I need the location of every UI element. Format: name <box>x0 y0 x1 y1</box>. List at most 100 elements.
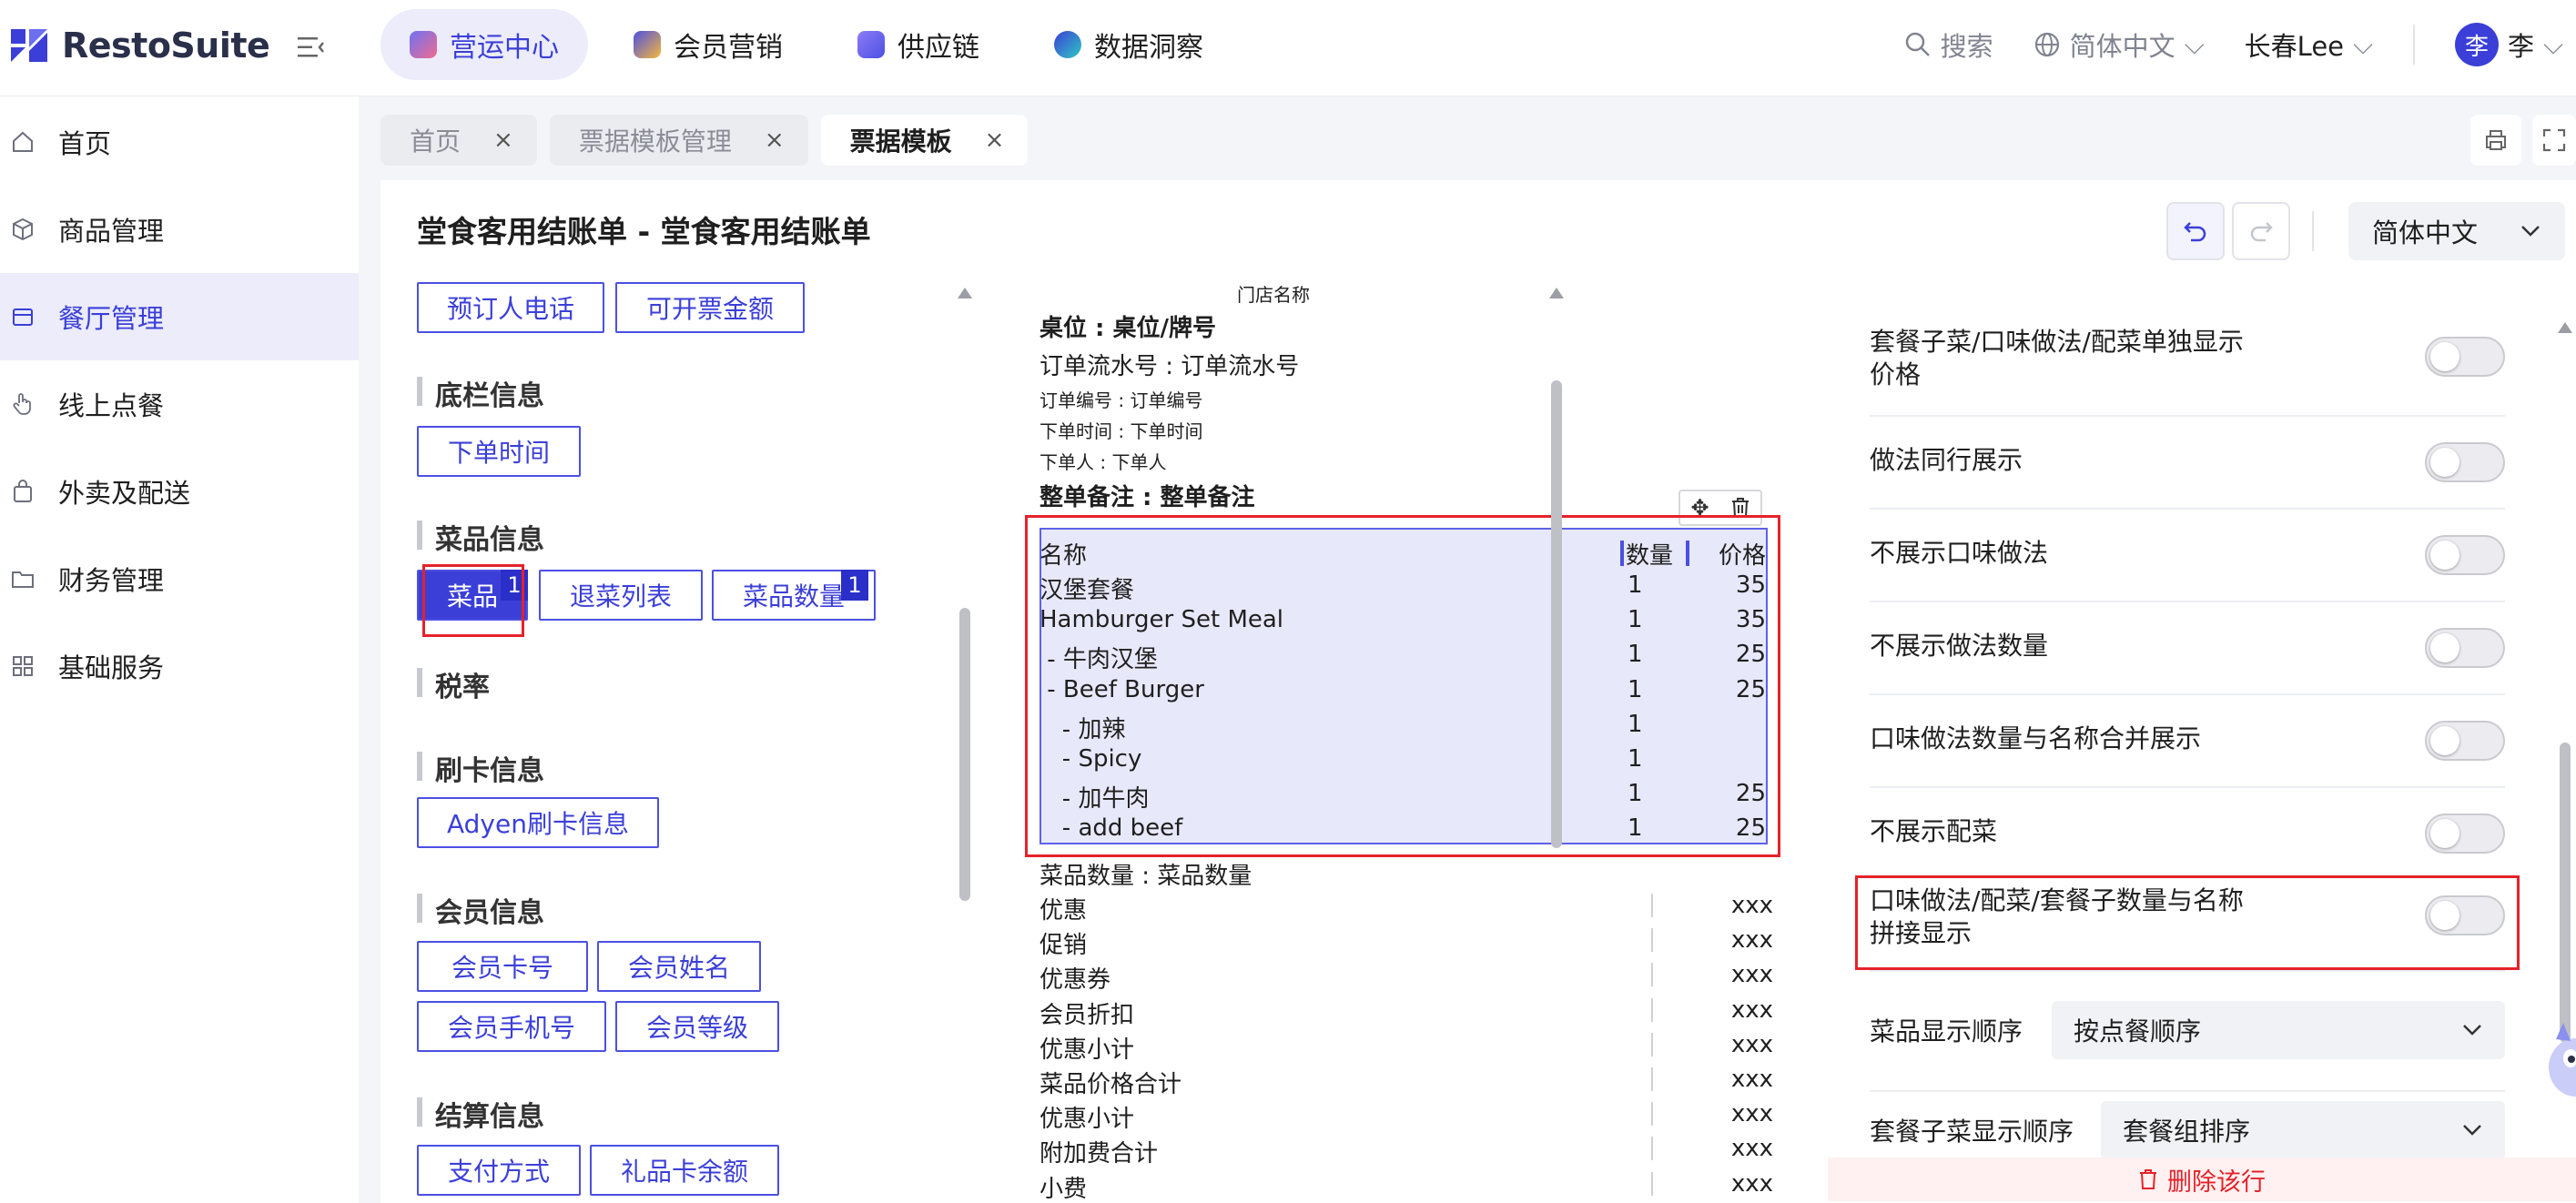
store-switcher[interactable]: 长春Lee ⌵ <box>2245 25 2373 64</box>
summary-value: xxx <box>1730 1100 1773 1128</box>
nav-label: 营运中心 <box>450 32 559 64</box>
tab-label: 票据模板 <box>849 126 952 157</box>
summary-row[interactable]: 优惠小计 xxx <box>1040 1031 1773 1066</box>
summary-row[interactable]: 菜品价格合计 xxx <box>1040 1066 1773 1100</box>
nav-member-marketing[interactable]: 会员营销 <box>604 9 812 80</box>
divider <box>1651 997 1653 1022</box>
chevron-down-icon: ⌵ <box>2184 28 2205 60</box>
field-member-level[interactable]: 会员等级 <box>615 1001 779 1052</box>
setting-toggle[interactable] <box>2425 721 2505 761</box>
preview-scroll-up[interactable] <box>1549 288 1564 298</box>
nav-data-insight[interactable]: 数据洞察 <box>1025 9 1232 80</box>
field-adyen-card-info[interactable]: Adyen刷卡信息 <box>417 797 659 848</box>
nav-label: 供应链 <box>898 32 979 64</box>
sidebar-item-products[interactable]: 商品管理 <box>0 186 359 273</box>
divider <box>1651 894 1653 917</box>
undo-button[interactable] <box>2166 202 2225 260</box>
close-icon[interactable]: × <box>985 126 1005 154</box>
tab-label: 票据模板管理 <box>578 126 732 157</box>
dish-name: - Beef Burger <box>1040 675 1204 703</box>
receipt-dish-count[interactable]: 菜品数量 : 菜品数量 <box>1040 857 1252 891</box>
sub-dish-order-value: 套餐组排序 <box>2123 1117 2251 1147</box>
summary-row[interactable]: 附加费合计 xxx <box>1040 1135 1773 1169</box>
dish-order-select[interactable]: 按点餐顺序 <box>2052 1001 2505 1059</box>
field-palette-scrollbar[interactable] <box>959 608 970 901</box>
summary-label: 小费 <box>1040 1175 1088 1203</box>
template-language-select[interactable]: 简体中文 <box>2348 202 2565 260</box>
sub-dish-order-select[interactable]: 套餐组排序 <box>2101 1101 2505 1159</box>
fullscreen-button[interactable] <box>2532 115 2576 166</box>
setting-toggle[interactable] <box>2425 535 2505 575</box>
dish-price: 35 <box>1735 571 1766 599</box>
dish-row: 汉堡套餐 1 35 <box>1040 571 1768 606</box>
summary-row[interactable]: 小费 xxx <box>1040 1169 1773 1203</box>
language-switcher[interactable]: 简体中文 ⌵ <box>2033 25 2205 64</box>
field-order-time[interactable]: 下单时间 <box>417 426 581 477</box>
field-member-card-no[interactable]: 会员卡号 <box>417 941 588 992</box>
user-menu[interactable]: 李 李 ⌵ <box>2455 23 2563 66</box>
field-gift-card-balance[interactable]: 礼品卡余额 <box>590 1145 779 1196</box>
setting-toggle[interactable] <box>2425 442 2505 482</box>
dish-row: - Beef Burger 1 25 <box>1040 676 1768 711</box>
summary-row[interactable]: 优惠券 xxx <box>1040 961 1773 996</box>
close-icon[interactable]: × <box>493 126 513 154</box>
sidebar-item-home[interactable]: 首页 <box>0 98 359 186</box>
setting-row: 不展示口味做法 <box>1870 511 2505 602</box>
setting-label: 菜品显示顺序 <box>1870 1016 2023 1046</box>
column-resize-handle[interactable] <box>1620 541 1624 566</box>
field-returned-dishes[interactable]: 退菜列表 <box>539 570 703 621</box>
setting-toggle[interactable] <box>2425 337 2505 377</box>
setting-label: 做法同行展示 <box>1870 445 2023 475</box>
brand-logo[interactable]: RestoSuite <box>7 20 270 71</box>
close-icon[interactable]: × <box>765 126 785 154</box>
print-button[interactable] <box>2470 115 2521 166</box>
assistant-mascot-icon[interactable] <box>2543 1017 2576 1117</box>
dish-qty: 1 <box>1628 606 1643 634</box>
divider <box>1651 1137 1653 1161</box>
setting-toggle[interactable] <box>2425 814 2505 854</box>
summary-row[interactable]: 促销 xxx <box>1040 926 1773 961</box>
nav-ops-center[interactable]: 营运中心 <box>380 9 588 80</box>
template-language-value: 简体中文 <box>2372 217 2479 248</box>
nav-label: 会员营销 <box>674 32 783 64</box>
nav-supply-chain[interactable]: 供应链 <box>828 9 1009 80</box>
summary-row[interactable]: 会员折扣 xxx <box>1040 996 1773 1031</box>
redo-button[interactable] <box>2232 202 2290 260</box>
user-name: 李 <box>2508 31 2535 62</box>
delete-row-button[interactable]: 删除该行 <box>1828 1158 2576 1201</box>
summary-label: 优惠小计 <box>1040 1106 1135 1134</box>
field-member-name[interactable]: 会员姓名 <box>597 941 761 992</box>
search-button[interactable]: 搜索 <box>1904 25 1993 64</box>
sidebar-item-restaurant[interactable]: 餐厅管理 <box>0 273 359 360</box>
setting-toggle[interactable] <box>2425 628 2505 668</box>
dish-qty: 1 <box>1628 710 1643 738</box>
chevron-down-icon: ⌵ <box>2353 28 2373 60</box>
store-label: 长春Lee <box>2244 31 2345 62</box>
summary-row[interactable]: 优惠小计 xxx <box>1040 1100 1773 1135</box>
dish-qty: 1 <box>1628 814 1643 843</box>
sidebar-item-online-order[interactable]: 线上点餐 <box>0 360 359 448</box>
summary-row[interactable]: 优惠 xxx <box>1040 892 1773 926</box>
sidebar-item-delivery[interactable]: 外卖及配送 <box>0 448 359 535</box>
sidebar-item-finance[interactable]: 财务管理 <box>0 535 359 622</box>
dish-col-qty: 数量 <box>1626 542 1674 570</box>
preview-scrollbar[interactable] <box>1551 380 1562 848</box>
tab-receipt-template[interactable]: 票据模板 × <box>820 115 1029 166</box>
tab-receipt-template-management[interactable]: 票据模板管理 × <box>549 115 808 166</box>
field-payment-method[interactable]: 支付方式 <box>417 1145 581 1196</box>
collapse-menu-button[interactable] <box>293 29 330 66</box>
settings-scrollbar[interactable] <box>2560 743 2571 1043</box>
tab-home[interactable]: 首页 × <box>380 115 537 166</box>
menu-fold-icon <box>298 37 324 57</box>
field-member-phone[interactable]: 会员手机号 <box>417 1001 606 1052</box>
field-palette-scroll-up[interactable] <box>958 288 972 298</box>
field-invoiceable-amount[interactable]: 可开票金额 <box>615 282 805 333</box>
field-booker-phone[interactable]: 预订人电话 <box>417 282 604 333</box>
sidebar-item-basic-services[interactable]: 基础服务 <box>0 622 359 710</box>
column-resize-handle[interactable] <box>1686 541 1689 566</box>
summary-value: xxx <box>1730 1169 1773 1198</box>
summary-label: 附加费合计 <box>1040 1140 1159 1168</box>
brand-name: RestoSuite <box>62 25 270 66</box>
restosuite-logo-icon <box>11 29 47 62</box>
settings-scroll-up[interactable] <box>2558 322 2572 333</box>
